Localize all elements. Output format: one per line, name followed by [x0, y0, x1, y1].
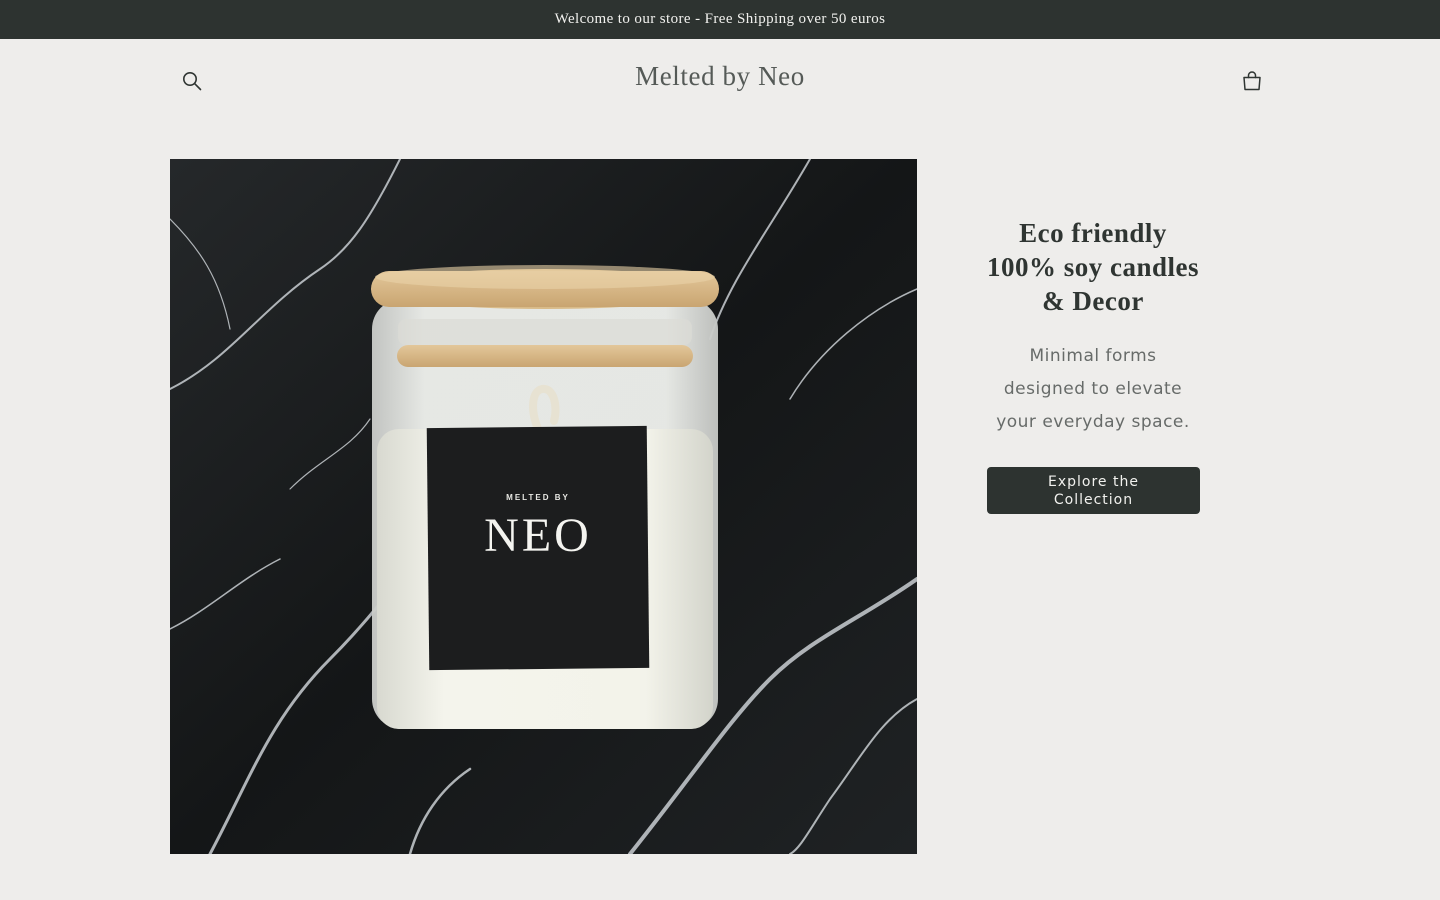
announcement-bar: Welcome to our store - Free Shipping ove… [0, 0, 1440, 39]
announcement-text: Welcome to our store - Free Shipping ove… [554, 11, 886, 27]
label-small-text: MELTED BY [506, 493, 570, 502]
hero-title: Eco friendly 100% soy candles & Decor [986, 218, 1200, 316]
label-large-text: NEO [484, 509, 592, 562]
cart-button[interactable] [1230, 59, 1274, 103]
hero-image: MELTED BY NEO [170, 159, 917, 854]
search-icon [183, 72, 202, 91]
site-header: Melted by Neo [0, 39, 1440, 121]
search-button[interactable] [170, 59, 214, 103]
explore-collection-button[interactable]: Explore the Collection [987, 467, 1200, 514]
hero-subtitle: Minimal forms designed to elevate your e… [996, 346, 1190, 432]
candle-product-image: MELTED BY NEO [170, 159, 917, 854]
hero-text-block: Eco friendly 100% soy candles & Decor Mi… [986, 216, 1200, 439]
store-logo[interactable]: Melted by Neo [520, 61, 920, 92]
cart-icon [1243, 71, 1261, 91]
